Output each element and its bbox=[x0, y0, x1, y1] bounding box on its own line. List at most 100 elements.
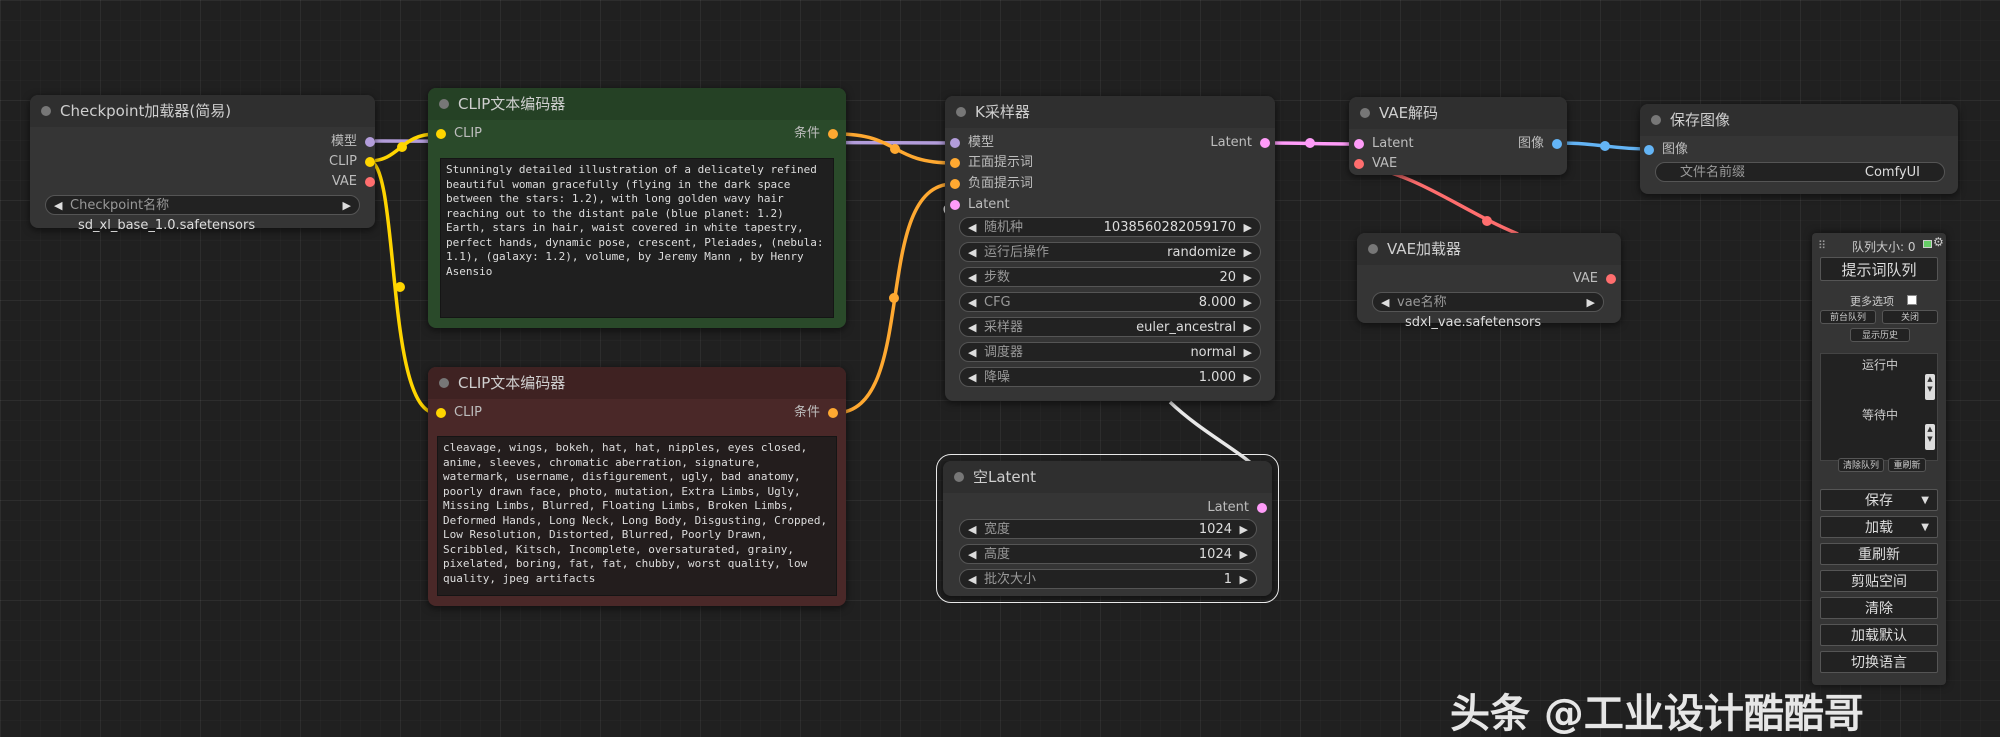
input-clip[interactable]: CLIP bbox=[436, 405, 482, 421]
slot-dot[interactable] bbox=[1260, 138, 1270, 148]
output-clip[interactable]: CLIP bbox=[329, 154, 375, 170]
widget-seed[interactable]: ◀ 随机种 1038560282059170 ▶ bbox=[959, 217, 1261, 237]
widget-control-after[interactable]: ◀ 运行后操作 randomize ▶ bbox=[959, 242, 1261, 262]
slot-dot[interactable] bbox=[436, 129, 446, 139]
left-arrow-icon[interactable]: ◀ bbox=[968, 268, 976, 288]
collapse-dot[interactable] bbox=[956, 107, 966, 117]
right-arrow-icon[interactable]: ▶ bbox=[1244, 218, 1252, 238]
output-vae[interactable]: VAE bbox=[332, 174, 375, 190]
left-arrow-icon[interactable]: ◀ bbox=[968, 218, 976, 238]
input-vae[interactable]: VAE bbox=[1354, 156, 1397, 172]
slot-dot[interactable] bbox=[950, 158, 960, 168]
slot-dot[interactable] bbox=[1552, 139, 1562, 149]
collapse-dot[interactable] bbox=[439, 99, 449, 109]
slot-dot[interactable] bbox=[365, 157, 375, 167]
input-clip[interactable]: CLIP bbox=[436, 126, 482, 142]
close-button[interactable]: 关闭 bbox=[1882, 310, 1938, 324]
load-default-button[interactable]: 加载默认 bbox=[1820, 624, 1938, 646]
scrollbar[interactable]: ▲ ▼ bbox=[1925, 424, 1935, 450]
clear-queue-button[interactable]: 清除队列 bbox=[1838, 458, 1884, 472]
vae-decode-node[interactable]: VAE解码 Latent VAE 图像 bbox=[1349, 97, 1567, 175]
filename-prefix-input[interactable]: 文件名前缀 ComfyUI bbox=[1655, 162, 1945, 182]
right-arrow-icon[interactable]: ▶ bbox=[1240, 570, 1248, 590]
show-history-button[interactable]: 显示历史 bbox=[1850, 328, 1910, 342]
left-arrow-icon[interactable]: ◀ bbox=[54, 196, 62, 216]
slot-dot[interactable] bbox=[1606, 274, 1616, 284]
input-image[interactable]: 图像 bbox=[1644, 142, 1688, 158]
output-latent[interactable]: Latent bbox=[1210, 135, 1270, 151]
right-arrow-icon[interactable]: ▶ bbox=[1244, 318, 1252, 338]
negative-prompt-textarea[interactable]: cleavage, wings, bokeh, hat, hat, nipple… bbox=[437, 436, 837, 596]
widget-width[interactable]: ◀ 宽度 1024 ▶ bbox=[959, 519, 1257, 539]
output-conditioning[interactable]: 条件 bbox=[794, 405, 838, 421]
input-positive[interactable]: 正面提示词 bbox=[950, 155, 1033, 171]
drag-handle-icon[interactable]: ⠿ bbox=[1818, 239, 1826, 252]
node-title[interactable]: CLIP文本编码器 bbox=[428, 88, 846, 120]
slot-dot[interactable] bbox=[1644, 145, 1654, 155]
slot-dot[interactable] bbox=[828, 129, 838, 139]
right-arrow-icon[interactable]: ▶ bbox=[1244, 368, 1252, 388]
collapse-dot[interactable] bbox=[41, 106, 51, 116]
more-options-checkbox[interactable] bbox=[1907, 295, 1917, 305]
collapse-dot[interactable] bbox=[1651, 115, 1661, 125]
right-arrow-icon[interactable]: ▶ bbox=[1244, 343, 1252, 363]
clear-button[interactable]: 清除 bbox=[1820, 597, 1938, 619]
collapse-dot[interactable] bbox=[1368, 244, 1378, 254]
clip-text-encode-positive-node[interactable]: CLIP文本编码器 CLIP 条件 Stunningly detailed il… bbox=[428, 88, 846, 328]
output-latent[interactable]: Latent bbox=[1207, 500, 1267, 516]
ksampler-node[interactable]: K采样器 模型 正面提示词 负面提示词 Latent Latent ◀ 随机种 10… bbox=[945, 96, 1275, 401]
right-arrow-icon[interactable]: ▶ bbox=[1244, 268, 1252, 288]
load-button[interactable]: 加载 ▼ bbox=[1820, 516, 1938, 538]
slot-dot[interactable] bbox=[1354, 139, 1364, 149]
widget-steps[interactable]: ◀ 步数 20 ▶ bbox=[959, 267, 1261, 287]
slot-dot[interactable] bbox=[365, 137, 375, 147]
image-icon[interactable] bbox=[1923, 240, 1932, 248]
refresh-button[interactable]: 重刷新 bbox=[1820, 543, 1938, 565]
node-title[interactable]: CLIP文本编码器 bbox=[428, 367, 846, 399]
left-arrow-icon[interactable]: ◀ bbox=[1381, 293, 1389, 313]
refresh-queue-button[interactable]: 重刷新 bbox=[1888, 458, 1926, 472]
node-title[interactable]: K采样器 bbox=[945, 96, 1275, 128]
widget-batch-size[interactable]: ◀ 批次大小 1 ▶ bbox=[959, 569, 1257, 589]
output-conditioning[interactable]: 条件 bbox=[794, 126, 838, 142]
vae-name-combo[interactable]: ◀ vae名称 sdxl_vae.safetensors ▶ bbox=[1372, 292, 1604, 330]
node-title[interactable]: 保存图像 bbox=[1640, 104, 1958, 136]
node-title[interactable]: VAE加载器 bbox=[1357, 233, 1621, 265]
collapse-dot[interactable] bbox=[954, 472, 964, 482]
clipspace-button[interactable]: 剪贴空间 bbox=[1820, 570, 1938, 592]
widget-cfg[interactable]: ◀ CFG 8.000 ▶ bbox=[959, 292, 1261, 312]
front-queue-button[interactable]: 前台队列 bbox=[1820, 310, 1876, 324]
left-arrow-icon[interactable]: ◀ bbox=[968, 318, 976, 338]
empty-latent-node[interactable]: 空Latent Latent ◀ 宽度 1024 ▶ ◀ 高度 1024 ▶ ◀ 批次大小 1 ▶ bbox=[936, 454, 1279, 603]
widget-scheduler[interactable]: ◀ 调度器 normal ▶ bbox=[959, 342, 1261, 362]
collapse-dot[interactable] bbox=[1360, 108, 1370, 118]
widget-sampler[interactable]: ◀ 采样器 euler_ancestral ▶ bbox=[959, 317, 1261, 337]
widget-denoise[interactable]: ◀ 降噪 1.000 ▶ bbox=[959, 367, 1261, 387]
slot-dot[interactable] bbox=[436, 408, 446, 418]
gear-icon[interactable]: ⚙ bbox=[1933, 235, 1944, 249]
right-arrow-icon[interactable]: ▶ bbox=[1240, 520, 1248, 540]
save-image-node[interactable]: 保存图像 图像 文件名前缀 ComfyUI bbox=[1640, 104, 1958, 194]
left-arrow-icon[interactable]: ◀ bbox=[968, 368, 976, 388]
left-arrow-icon[interactable]: ◀ bbox=[968, 570, 976, 590]
dropdown-caret-icon[interactable]: ▼ bbox=[1921, 490, 1929, 512]
right-arrow-icon[interactable]: ▶ bbox=[1244, 293, 1252, 313]
slot-dot[interactable] bbox=[950, 138, 960, 148]
input-model[interactable]: 模型 bbox=[950, 135, 994, 151]
save-button[interactable]: 保存 ▼ bbox=[1820, 489, 1938, 511]
clip-text-encode-negative-node[interactable]: CLIP文本编码器 CLIP 条件 cleavage, wings, bokeh… bbox=[428, 367, 846, 606]
left-arrow-icon[interactable]: ◀ bbox=[968, 545, 976, 565]
widget-height[interactable]: ◀ 高度 1024 ▶ bbox=[959, 544, 1257, 564]
slot-dot[interactable] bbox=[365, 177, 375, 187]
output-model[interactable]: 模型 bbox=[331, 134, 375, 150]
right-arrow-icon[interactable]: ▶ bbox=[1244, 243, 1252, 263]
queue-prompt-button[interactable]: 提示词队列 bbox=[1820, 257, 1938, 281]
left-arrow-icon[interactable]: ◀ bbox=[968, 343, 976, 363]
left-arrow-icon[interactable]: ◀ bbox=[968, 293, 976, 313]
slot-dot[interactable] bbox=[950, 179, 960, 189]
right-arrow-icon[interactable]: ▶ bbox=[343, 196, 351, 216]
scrollbar[interactable]: ▲ ▼ bbox=[1925, 374, 1935, 400]
checkpoint-loader-node[interactable]: Checkpoint加载器(简易) 模型 CLIP VAE ◀ Checkpoi… bbox=[30, 95, 375, 233]
input-negative[interactable]: 负面提示词 bbox=[950, 176, 1033, 192]
collapse-dot[interactable] bbox=[439, 378, 449, 388]
